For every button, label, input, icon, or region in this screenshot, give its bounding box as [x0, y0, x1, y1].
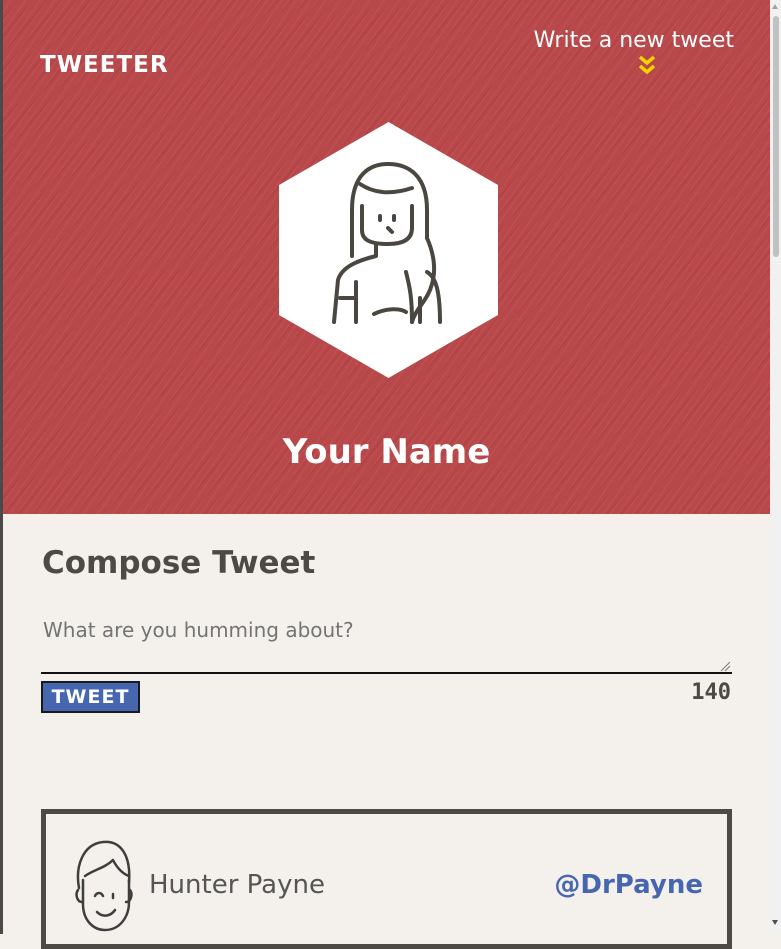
double-chevron-down-icon[interactable]	[636, 54, 658, 76]
scroll-up-arrow-icon[interactable]	[772, 4, 778, 9]
tweet-button[interactable]: TWEET	[41, 681, 140, 713]
man-avatar-icon	[75, 840, 133, 932]
write-new-tweet-link[interactable]: Write a new tweet	[534, 28, 734, 53]
vertical-scrollbar[interactable]	[770, 0, 781, 934]
resize-grip-icon[interactable]	[720, 661, 731, 672]
tweet-card: Hunter Payne @DrPayne	[41, 809, 732, 949]
profile-name: Your Name	[282, 432, 491, 472]
profile-avatar	[279, 122, 498, 378]
profile-header: TWEETER Write a new tweet Your Name	[3, 0, 770, 514]
tweet-author-name: Hunter Payne	[149, 870, 325, 900]
tweet-textarea[interactable]	[41, 610, 732, 674]
avatar-hexagon-frame	[279, 122, 498, 378]
tweet-author-handle[interactable]: @DrPayne	[554, 870, 703, 900]
character-counter: 140	[691, 680, 731, 705]
compose-title: Compose Tweet	[42, 545, 316, 581]
scrollbar-thumb[interactable]	[773, 16, 779, 257]
brand-logo[interactable]: TWEETER	[40, 52, 169, 78]
scroll-down-arrow-icon[interactable]	[772, 920, 778, 925]
